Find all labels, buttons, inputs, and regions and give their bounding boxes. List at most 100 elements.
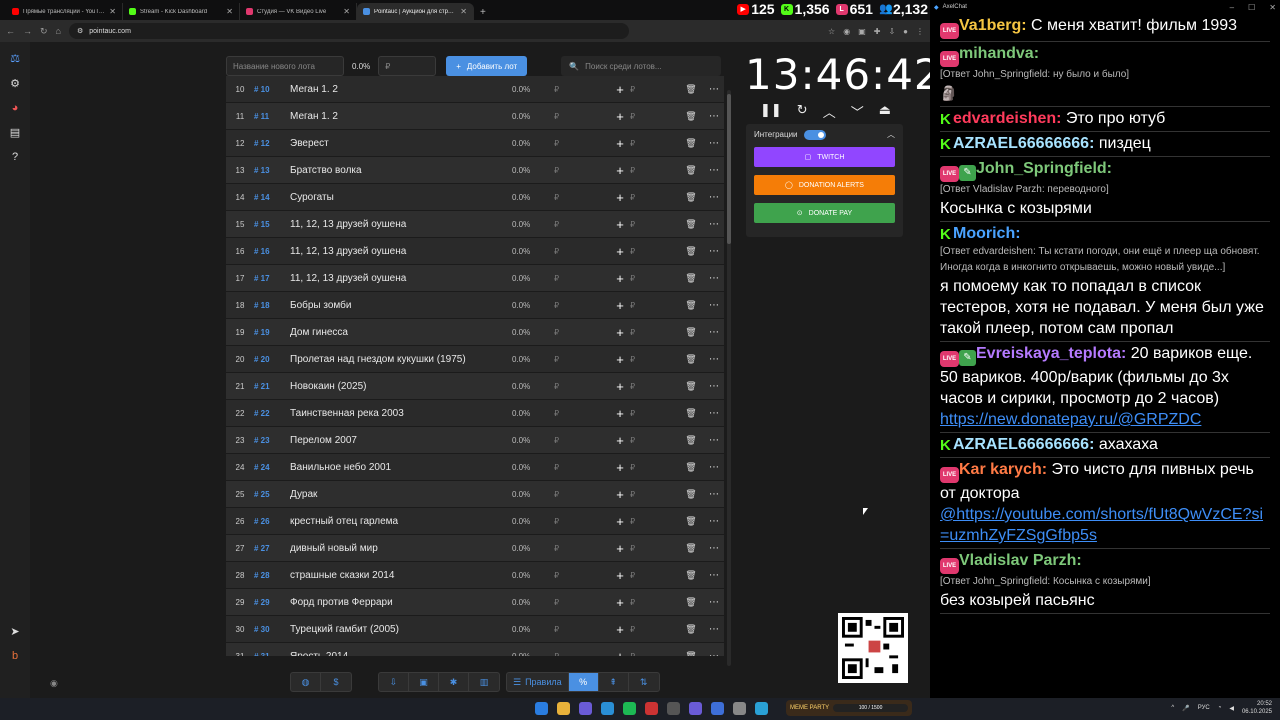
scrollbar[interactable]	[727, 90, 731, 666]
bid-amount-input[interactable]: ₽	[630, 436, 678, 445]
tab-vk[interactable]: Студия — VK Видео Live ✕	[240, 3, 357, 20]
more-icon[interactable]: ⋯	[704, 111, 724, 122]
add-bid-icon[interactable]: +	[610, 82, 630, 97]
more-icon[interactable]: ⋯	[704, 273, 724, 284]
chrome-icon[interactable]	[557, 702, 570, 715]
bid-amount-input[interactable]: ₽	[630, 247, 678, 256]
trash-icon[interactable]: 🗑	[678, 165, 704, 176]
bid-amount-input[interactable]: ₽	[630, 193, 678, 202]
close-icon[interactable]: ✕	[460, 7, 467, 16]
more-icon[interactable]: ⋯	[704, 219, 724, 230]
wheel-icon[interactable]: ◕	[12, 102, 19, 114]
add-bid-icon[interactable]: +	[610, 487, 630, 502]
trash-icon[interactable]: 🗑	[678, 327, 704, 338]
add-bid-icon[interactable]: +	[610, 622, 630, 637]
add-bid-icon[interactable]: +	[610, 217, 630, 232]
add-bid-icon[interactable]: +	[610, 514, 630, 529]
chevron-down-icon[interactable]: ﹀	[851, 102, 864, 121]
more-icon[interactable]: ⋯	[704, 597, 724, 608]
integrations-toggle[interactable]	[803, 129, 826, 140]
more-icon[interactable]: ⋯	[704, 300, 724, 311]
bid-amount-input[interactable]: ₽	[630, 652, 678, 657]
bid-amount-input[interactable]: ₽	[630, 328, 678, 337]
more-icon[interactable]: ⋯	[704, 138, 724, 149]
chevron-up-icon[interactable]: ^	[1171, 705, 1174, 711]
more-icon[interactable]: ⋯	[704, 192, 724, 203]
table-row[interactable]: 30 # 30 Турецкий гамбит (2005) 0.0% ₽ + ₽ 🗑 ⋯	[226, 616, 724, 643]
trash-icon[interactable]: 🗑	[678, 516, 704, 527]
more-icon[interactable]: ⋯	[704, 165, 724, 176]
close-icon[interactable]: ✕	[1269, 3, 1276, 12]
menu-icon[interactable]: ⋮	[916, 27, 924, 36]
table-row[interactable]: 16 # 16 11, 12, 13 друзей оушена 0.0% ₽ + ₽ 🗑 ⋯	[226, 238, 724, 265]
trash-icon[interactable]: 🗑	[678, 246, 704, 257]
tab-kick[interactable]: Stream - Kick Dashboard ✕	[123, 3, 240, 20]
more-icon[interactable]: ⋯	[704, 462, 724, 473]
lot-name[interactable]: крестный отец гарлема	[290, 516, 512, 527]
more-icon[interactable]: ⋯	[704, 246, 724, 257]
more-icon[interactable]: ⋯	[704, 543, 724, 554]
add-bid-icon[interactable]: +	[610, 271, 630, 286]
url-field[interactable]: ⚙ pointauc.com	[68, 23, 629, 39]
bid-amount-input[interactable]: ₽	[630, 517, 678, 526]
more-icon[interactable]: ⋯	[704, 381, 724, 392]
reset-icon[interactable]: ↻	[797, 102, 808, 121]
add-bid-icon[interactable]: +	[610, 352, 630, 367]
scrollbar-thumb[interactable]	[727, 94, 731, 244]
bid-amount-input[interactable]: ₽	[630, 85, 678, 94]
history-icon[interactable]: ▤	[10, 126, 20, 139]
bid-amount-input[interactable]: ₽	[630, 382, 678, 391]
debug-button[interactable]: ✱	[439, 673, 469, 691]
tab-pointauc[interactable]: Pointauc | Аукцион для стрима ✕	[357, 3, 474, 20]
trash-icon[interactable]: 🗑	[678, 273, 704, 284]
lot-name[interactable]: Таинственная река 2003	[290, 408, 512, 419]
donate-button[interactable]: $	[321, 673, 351, 691]
add-bid-icon[interactable]: +	[610, 190, 630, 205]
download-icon[interactable]: ⇩	[888, 27, 895, 36]
language-indicator[interactable]: РУС	[1198, 705, 1210, 711]
back-icon[interactable]: ←	[6, 26, 15, 36]
bid-amount-input[interactable]: ₽	[630, 220, 678, 229]
mic-icon[interactable]: 🎤	[1182, 705, 1189, 712]
more-icon[interactable]: ⋯	[704, 516, 724, 527]
table-row[interactable]: 20 # 20 Пролетая над гнездом кукушки (1975…	[226, 346, 724, 373]
close-icon[interactable]: ✕	[109, 7, 116, 16]
bid-amount-input[interactable]: ₽	[630, 355, 678, 364]
add-bid-icon[interactable]: +	[610, 541, 630, 556]
lot-name[interactable]: Турецкий гамбит (2005)	[290, 624, 512, 635]
more-icon[interactable]: ⋯	[704, 570, 724, 581]
bid-amount-input[interactable]: ₽	[630, 463, 678, 472]
lot-name[interactable]: Бобры зомби	[290, 300, 512, 311]
app-icon[interactable]	[645, 702, 658, 715]
lot-name[interactable]: Дурак	[290, 489, 512, 500]
more-icon[interactable]: ⋯	[704, 327, 724, 338]
tab-youtube[interactable]: Прямые трансляции - YouTube ✕	[6, 3, 123, 20]
table-row[interactable]: 22 # 22 Таинственная река 2003 0.0% ₽ + ₽ 🗑 ⋯	[226, 400, 724, 427]
trash-icon[interactable]: 🗑	[678, 435, 704, 446]
lot-name[interactable]: 11, 12, 13 друзей оушена	[290, 246, 512, 257]
trash-icon[interactable]: 🗑	[678, 300, 704, 311]
eye-icon[interactable]: ◉	[50, 678, 58, 689]
twitch-button[interactable]: ▢ TWITCH	[754, 147, 895, 167]
bid-amount-input[interactable]: ₽	[630, 490, 678, 499]
chevron-up-icon[interactable]: ︿	[823, 102, 836, 121]
help-icon[interactable]: ?	[12, 151, 18, 163]
add-bid-icon[interactable]: +	[610, 379, 630, 394]
new-tab-button[interactable]: +	[474, 7, 492, 20]
table-row[interactable]: 24 # 24 Ванильное небо 2001 0.0% ₽ + ₽ 🗑 ⋯	[226, 454, 724, 481]
split-button[interactable]: ⇞	[599, 673, 629, 691]
trash-icon[interactable]: 🗑	[678, 192, 704, 203]
add-bid-icon[interactable]: +	[610, 649, 630, 657]
lot-name[interactable]: Сурогаты	[290, 192, 512, 203]
add-bid-icon[interactable]: +	[610, 595, 630, 610]
more-icon[interactable]: ⋯	[704, 435, 724, 446]
chat-link[interactable]: @https://youtube.com/shorts/fUt8QwVzCE?s…	[940, 504, 1270, 546]
profile-icon[interactable]: ●	[903, 27, 908, 36]
lot-name[interactable]: Ярость 2014	[290, 651, 512, 657]
lot-name[interactable]: дивный новый мир	[290, 543, 512, 554]
more-icon[interactable]: ⋯	[704, 354, 724, 365]
table-row[interactable]: 18 # 18 Бобры зомби 0.0% ₽ + ₽ 🗑 ⋯	[226, 292, 724, 319]
bid-amount-input[interactable]: ₽	[630, 544, 678, 553]
trash-icon[interactable]: 🗑	[678, 354, 704, 365]
app-icon[interactable]	[711, 702, 724, 715]
